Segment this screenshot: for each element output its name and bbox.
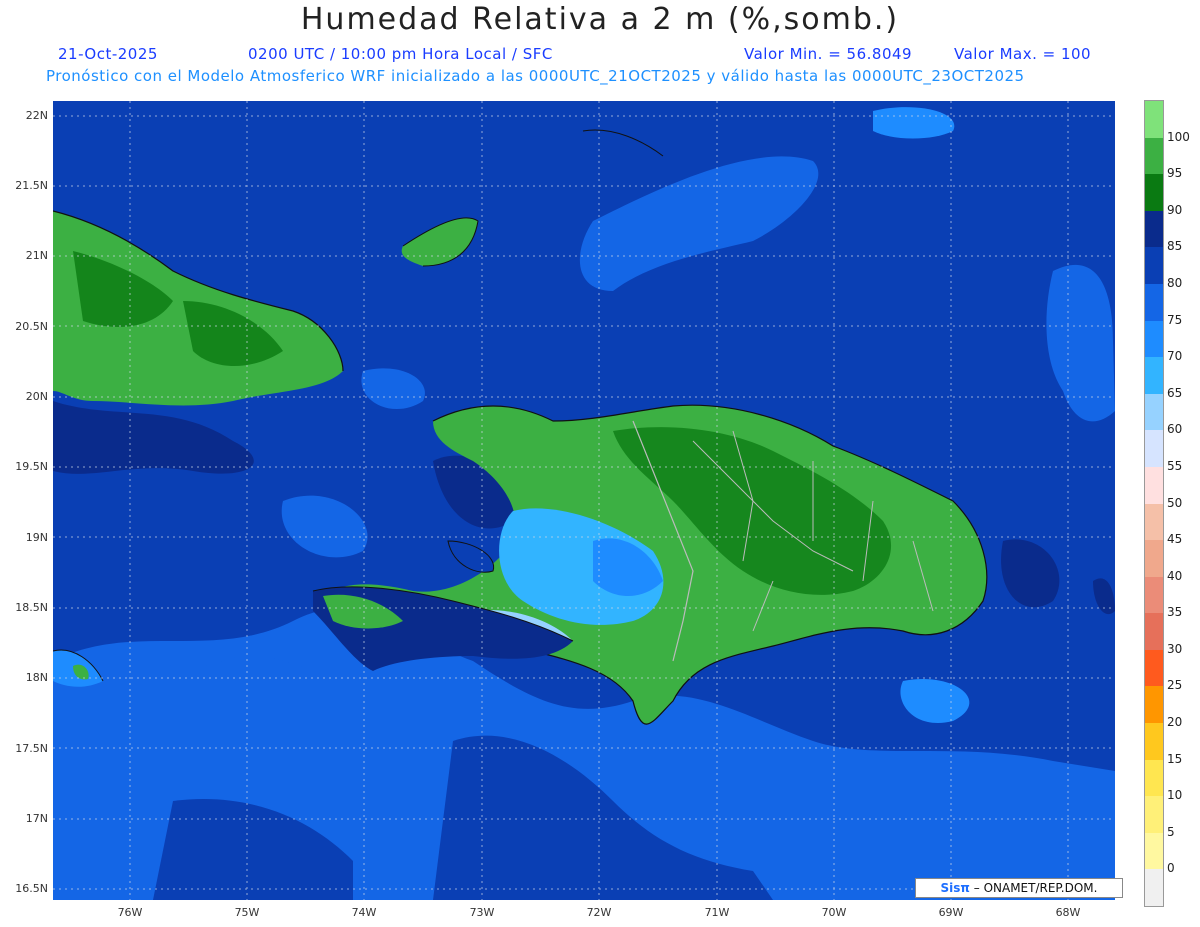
lat-label: 20N	[25, 390, 48, 403]
legend-swatch	[1145, 832, 1163, 870]
legend-swatch	[1145, 393, 1163, 431]
lon-label: 69W	[938, 906, 964, 919]
legend-label: 95	[1167, 166, 1183, 181]
lon-label: 76W	[117, 906, 143, 919]
legend-label: 35	[1167, 605, 1183, 620]
credit-box: Sisπ – ONAMET/REP.DOM.	[915, 878, 1123, 898]
legend-label: 85	[1167, 239, 1183, 254]
legend-swatch	[1145, 686, 1163, 724]
lat-label: 17.5N	[15, 742, 48, 755]
legend-swatch	[1145, 430, 1163, 468]
lon-label: 74W	[351, 906, 377, 919]
legend-swatch	[1145, 576, 1163, 614]
lat-label: 20.5N	[15, 320, 48, 333]
legend-swatch	[1145, 101, 1163, 139]
legend-swatch	[1145, 540, 1163, 578]
lon-label: 71W	[704, 906, 730, 919]
legend-swatch	[1145, 283, 1163, 322]
lat-label: 22N	[25, 109, 48, 122]
legend-label: 45	[1167, 532, 1183, 547]
legend-swatch	[1145, 759, 1163, 797]
legend-label: 30	[1167, 641, 1183, 656]
legend-swatch	[1145, 796, 1163, 834]
legend-label: 55	[1167, 458, 1183, 473]
lat-label: 19.5N	[15, 460, 48, 473]
legend-swatch	[1145, 174, 1163, 212]
legend-label: 65	[1167, 385, 1183, 400]
legend-swatch	[1145, 649, 1163, 687]
lon-label: 68W	[1055, 906, 1081, 919]
lat-label: 17N	[25, 812, 48, 825]
legend-label: 25	[1167, 678, 1183, 693]
lat-label: 19N	[25, 531, 48, 544]
legend-label: 15	[1167, 751, 1183, 766]
lat-label: 21.5N	[15, 179, 48, 192]
credit-brand: Sisπ	[940, 881, 970, 895]
legend-swatch	[1145, 210, 1163, 248]
legend-label: 70	[1167, 349, 1183, 364]
lat-label: 21N	[25, 249, 48, 262]
lon-label: 75W	[234, 906, 260, 919]
legend-label: 20	[1167, 715, 1183, 730]
legend-label: 75	[1167, 312, 1183, 327]
legend-swatch	[1145, 247, 1163, 285]
humidity-map	[53, 101, 1115, 900]
legend-swatch	[1145, 723, 1163, 761]
max-value: Valor Max. = 100	[954, 45, 1092, 63]
legend-label: 90	[1167, 202, 1183, 217]
min-value: Valor Min. = 56.8049	[744, 45, 913, 63]
legend-swatch	[1145, 137, 1163, 175]
legend-swatch	[1145, 466, 1163, 504]
credit-text: – ONAMET/REP.DOM.	[973, 881, 1098, 895]
legend-swatch	[1145, 503, 1163, 541]
legend-label: 100	[1167, 129, 1190, 144]
forecast-date: 21-Oct-2025	[58, 45, 158, 63]
legend-swatch	[1145, 613, 1163, 651]
lat-label: 18N	[25, 671, 48, 684]
legend-label: 40	[1167, 568, 1183, 583]
legend-swatch	[1145, 869, 1163, 907]
legend-label: 5	[1167, 824, 1175, 839]
map-canvas	[53, 101, 1115, 900]
lon-label: 70W	[821, 906, 847, 919]
legend-colorbar	[1144, 100, 1164, 907]
lat-label: 16.5N	[15, 882, 48, 895]
legend-swatch	[1145, 320, 1163, 358]
legend-label: 10	[1167, 788, 1183, 803]
forecast-time: 0200 UTC / 10:00 pm Hora Local / SFC	[248, 45, 553, 63]
legend-label: 0	[1167, 861, 1175, 876]
legend-label: 60	[1167, 422, 1183, 437]
legend-swatch	[1145, 357, 1163, 395]
forecast-subtitle: Pronóstico con el Modelo Atmosferico WRF…	[46, 67, 1025, 85]
lon-label: 73W	[469, 906, 495, 919]
legend-label: 50	[1167, 495, 1183, 510]
lon-label: 72W	[586, 906, 612, 919]
lat-label: 18.5N	[15, 601, 48, 614]
map-title: Humedad Relativa a 2 m (%,somb.)	[300, 2, 900, 37]
legend-label: 80	[1167, 275, 1183, 290]
